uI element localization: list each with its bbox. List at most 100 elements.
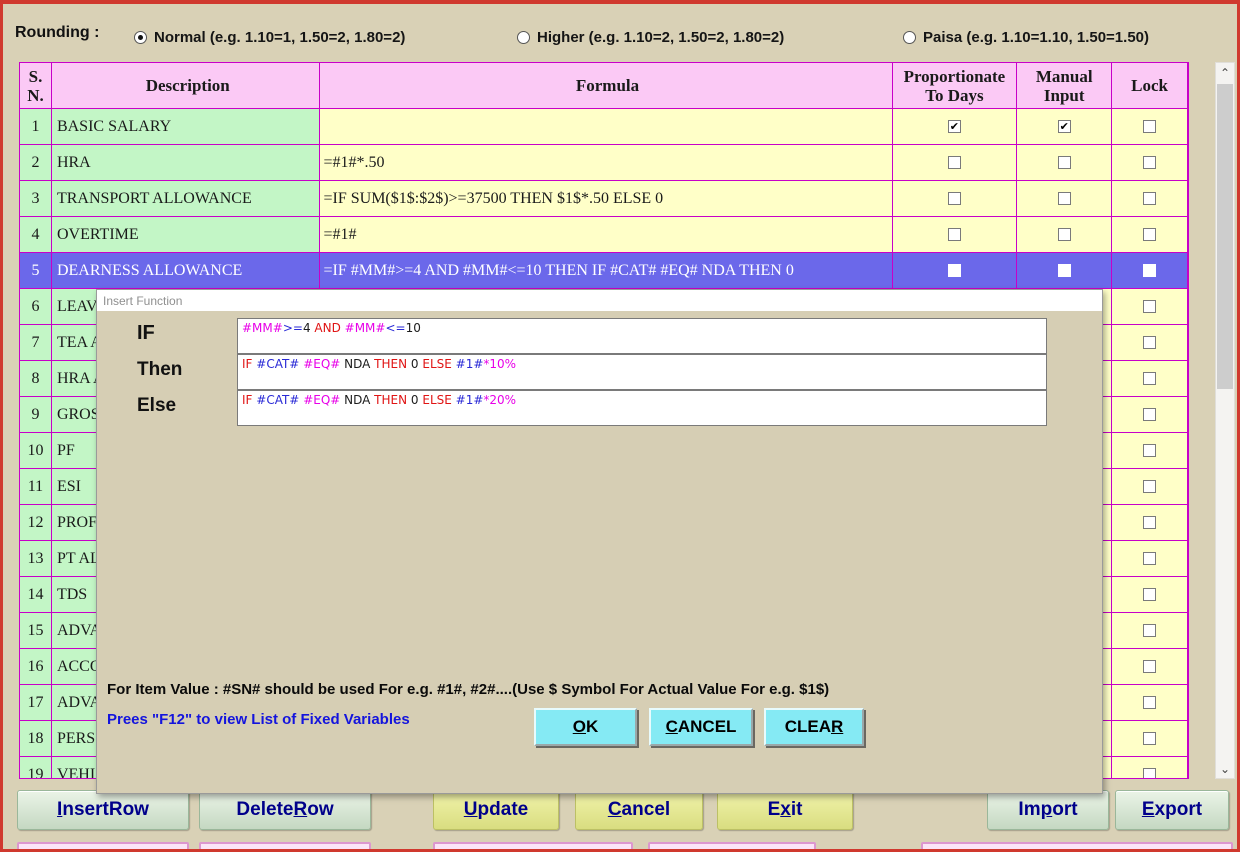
lock-checkbox[interactable]	[1143, 300, 1156, 313]
sn-cell: 17	[20, 685, 52, 721]
ok-button[interactable]: OK	[534, 708, 637, 746]
vertical-scrollbar[interactable]: ⌃ ⌄	[1215, 62, 1235, 779]
then-field[interactable]: IF #CAT# #EQ# NDA THEN 0 ELSE #1#*10%	[237, 354, 1047, 390]
lock-checkbox[interactable]	[1143, 696, 1156, 709]
description-cell[interactable]: BASIC SALARY	[52, 109, 320, 145]
proportionate-checkbox[interactable]: ✔	[948, 120, 961, 133]
checkbox-cell	[1112, 721, 1188, 757]
lock-checkbox[interactable]	[1143, 192, 1156, 205]
proportionate-checkbox[interactable]	[948, 264, 961, 277]
checkbox-cell	[1112, 397, 1188, 433]
description-cell[interactable]: HRA	[52, 145, 320, 181]
rounding-radio-paisa[interactable]: Paisa (e.g. 1.10=1.10, 1.50=1.50)	[903, 29, 1149, 46]
formula-token: ELSE	[422, 357, 455, 371]
dialog-title: Insert Function	[97, 290, 1102, 311]
export-button[interactable]: Export	[1115, 790, 1229, 830]
partial-button[interactable]	[648, 842, 816, 852]
lock-checkbox[interactable]	[1143, 408, 1156, 421]
description-cell[interactable]: TRANSPORT ALLOWANCE	[52, 181, 320, 217]
else-label: Else	[137, 395, 176, 417]
checkbox-cell	[1112, 289, 1188, 325]
lock-checkbox[interactable]	[1143, 480, 1156, 493]
formula-token: *10%	[483, 357, 516, 371]
sn-cell: 13	[20, 541, 52, 577]
manual-input-checkbox[interactable]	[1058, 192, 1071, 205]
header-formula: Formula	[320, 63, 893, 109]
lock-checkbox[interactable]	[1143, 120, 1156, 133]
checkbox-cell	[1112, 685, 1188, 721]
partial-button[interactable]	[921, 842, 1233, 852]
lock-checkbox[interactable]	[1143, 552, 1156, 565]
formula-cell[interactable]: =IF #MM#>=4 AND #MM#<=10 THEN IF #CAT# #…	[320, 253, 893, 289]
scroll-down-button[interactable]: ⌄	[1216, 759, 1234, 778]
description-cell[interactable]: DEARNESS ALLOWANCE	[52, 253, 320, 289]
sn-cell: 9	[20, 397, 52, 433]
sn-cell: 12	[20, 505, 52, 541]
table-row-5[interactable]: 5DEARNESS ALLOWANCE=IF #MM#>=4 AND #MM#<…	[20, 253, 1188, 289]
checkbox-cell	[1112, 361, 1188, 397]
import-button[interactable]: Import	[987, 790, 1109, 830]
lock-checkbox[interactable]	[1143, 444, 1156, 457]
update-button[interactable]: Update	[433, 790, 559, 830]
table-row-4[interactable]: 4OVERTIME=#1#	[20, 217, 1188, 253]
formula-cell[interactable]	[320, 109, 893, 145]
partial-button[interactable]	[199, 842, 371, 852]
lock-checkbox[interactable]	[1143, 336, 1156, 349]
radio-label: Paisa (e.g. 1.10=1.10, 1.50=1.50)	[923, 29, 1149, 46]
formula-cell[interactable]: =#1#*.50	[320, 145, 893, 181]
manual-input-checkbox[interactable]	[1058, 156, 1071, 169]
manual-input-checkbox[interactable]	[1058, 228, 1071, 241]
proportionate-checkbox[interactable]	[948, 156, 961, 169]
lock-checkbox[interactable]	[1143, 660, 1156, 673]
manual-input-checkbox[interactable]	[1058, 264, 1071, 277]
lock-checkbox[interactable]	[1143, 516, 1156, 529]
if-field[interactable]: #MM#>=4 AND #MM#<=10	[237, 318, 1047, 354]
checkbox-cell: ✔	[1017, 109, 1112, 145]
lock-checkbox[interactable]	[1143, 156, 1156, 169]
lock-checkbox[interactable]	[1143, 732, 1156, 745]
scroll-up-button[interactable]: ⌃	[1216, 63, 1234, 82]
proportionate-checkbox[interactable]	[948, 228, 961, 241]
rounding-radio-normal[interactable]: Normal (e.g. 1.10=1, 1.50=2, 1.80=2)	[134, 29, 405, 46]
cancel-button[interactable]: Cancel	[575, 790, 703, 830]
checkbox-cell	[1112, 325, 1188, 361]
exit-button[interactable]: Exit	[717, 790, 853, 830]
lock-checkbox[interactable]	[1143, 624, 1156, 637]
checkbox-cell	[1017, 181, 1112, 217]
lock-checkbox[interactable]	[1143, 768, 1156, 779]
else-field[interactable]: IF #CAT# #EQ# NDA THEN 0 ELSE #1#*20%	[237, 390, 1047, 426]
insert-row-button[interactable]: Insert Row	[17, 790, 189, 830]
lock-checkbox[interactable]	[1143, 228, 1156, 241]
delete-row-button[interactable]: Delete Row	[199, 790, 371, 830]
table-row-2[interactable]: 2HRA=#1#*.50	[20, 145, 1188, 181]
f12-hint-text: Prees "F12" to view List of Fixed Variab…	[107, 711, 410, 728]
scroll-thumb[interactable]	[1217, 84, 1233, 389]
manual-input-checkbox[interactable]: ✔	[1058, 120, 1071, 133]
radio-label: Normal (e.g. 1.10=1, 1.50=2, 1.80=2)	[154, 29, 405, 46]
partial-button[interactable]	[17, 842, 189, 852]
sn-cell: 14	[20, 577, 52, 613]
header-sn: S. N.	[20, 63, 52, 109]
table-row-1[interactable]: 1BASIC SALARY✔✔	[20, 109, 1188, 145]
lock-checkbox[interactable]	[1143, 264, 1156, 277]
formula-cell[interactable]: =IF SUM($1$:$2$)>=37500 THEN $1$*.50 ELS…	[320, 181, 893, 217]
formula-cell[interactable]: =#1#	[320, 217, 893, 253]
formula-token: THEN	[374, 393, 411, 407]
table-row-3[interactable]: 3TRANSPORT ALLOWANCE=IF SUM($1$:$2$)>=37…	[20, 181, 1188, 217]
formula-token: #MM#	[345, 321, 386, 335]
if-label: IF	[137, 322, 155, 345]
partial-button[interactable]	[433, 842, 633, 852]
lock-checkbox[interactable]	[1143, 372, 1156, 385]
description-cell[interactable]: OVERTIME	[52, 217, 320, 253]
lock-checkbox[interactable]	[1143, 588, 1156, 601]
formula-token: #1#	[456, 393, 484, 407]
formula-token: NDA	[344, 393, 374, 407]
clear-button[interactable]: CLEAR	[764, 708, 864, 746]
proportionate-checkbox[interactable]	[948, 192, 961, 205]
formula-token: >=	[283, 321, 303, 335]
formula-token: #CAT#	[256, 357, 303, 371]
formula-token: AND	[311, 321, 345, 335]
rounding-radio-higher[interactable]: Higher (e.g. 1.10=2, 1.50=2, 1.80=2)	[517, 29, 784, 46]
formula-token: THEN	[374, 357, 411, 371]
cancel-button[interactable]: CANCEL	[649, 708, 753, 746]
